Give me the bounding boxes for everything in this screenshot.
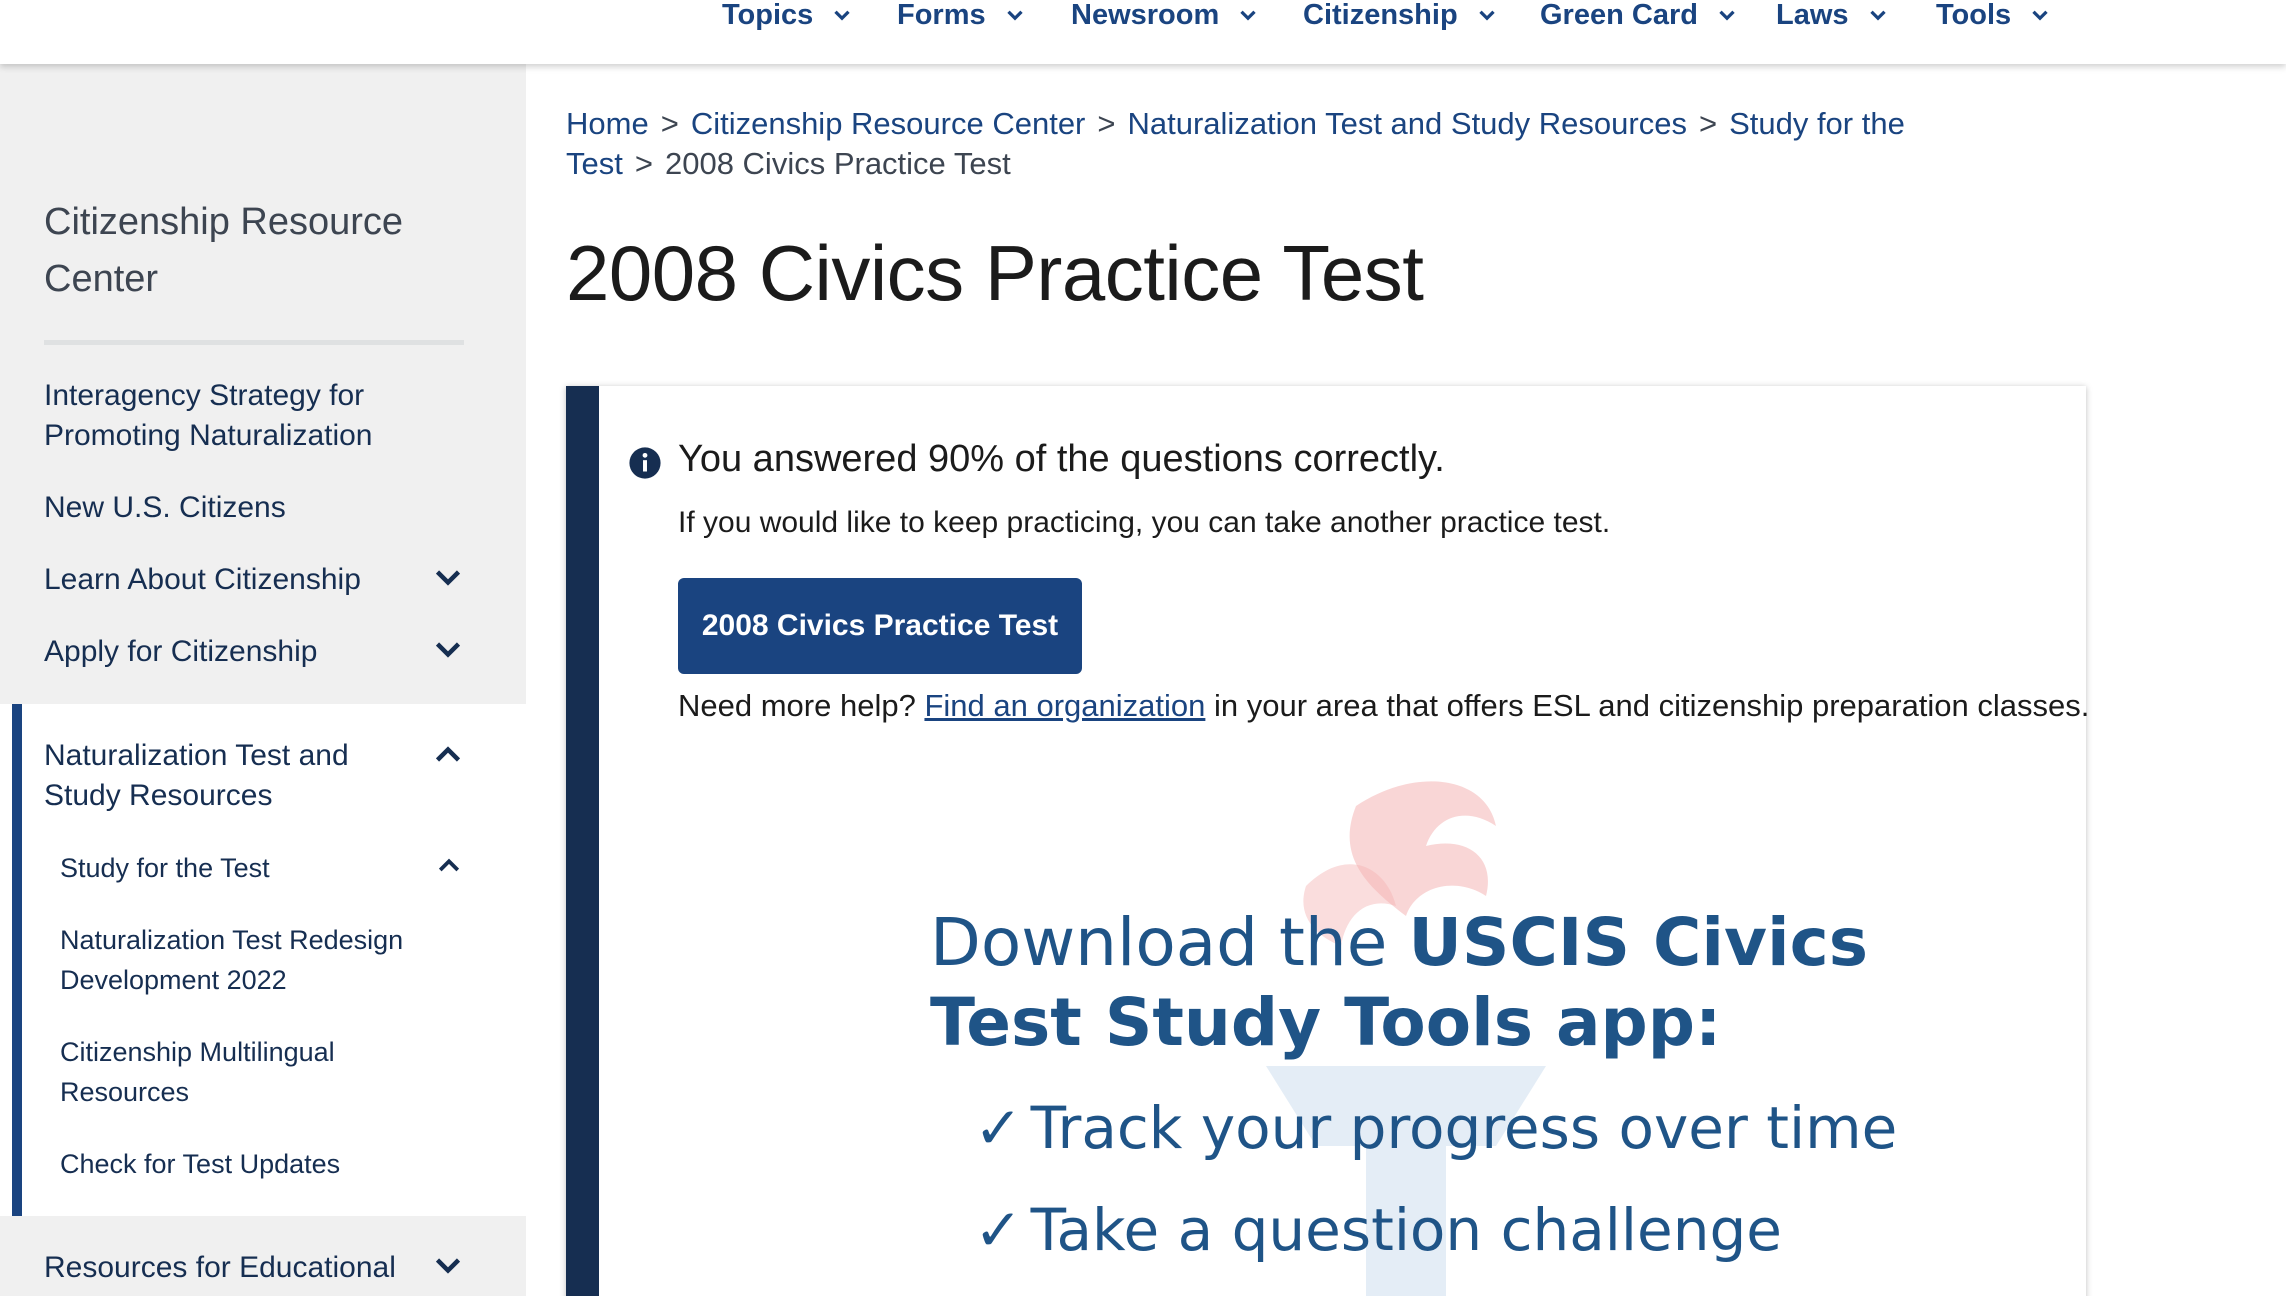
- chevron-down-icon: [1719, 10, 1735, 21]
- nav-tools[interactable]: Tools: [1936, 0, 2053, 31]
- chevron-down-icon: [834, 10, 850, 21]
- chevron-up-icon[interactable]: [430, 736, 466, 772]
- promo-bullet-text: Track your progress over time: [1030, 1094, 1898, 1162]
- chevron-down-icon: [1869, 10, 1886, 21]
- breadcrumb-separator: >: [1097, 106, 1116, 141]
- sidebar-divider: [44, 340, 464, 345]
- nav-topics[interactable]: Topics: [722, 0, 855, 31]
- breadcrumb-separator: >: [634, 146, 653, 181]
- breadcrumb-naturalization-test[interactable]: Naturalization Test and Study Resources: [1128, 106, 1687, 141]
- sidebar-item-resources-for-educational[interactable]: Resources for Educational: [44, 1248, 424, 1288]
- promo-heading-regular: Download the: [930, 904, 1409, 981]
- breadcrumb-home[interactable]: Home: [566, 106, 649, 141]
- help-text: Need more help? Find an organization in …: [678, 688, 2089, 724]
- info-icon: [629, 447, 661, 479]
- sidebar-item-new-citizens[interactable]: New U.S. Citizens: [44, 488, 424, 528]
- chevron-down-icon: [2032, 10, 2048, 21]
- page-title: 2008 Civics Practice Test: [566, 229, 1424, 317]
- nav-forms-label: Forms: [897, 0, 986, 31]
- promo-bullet: ✓ Track your progress over time: [974, 1094, 1897, 1162]
- nav-newsroom-label: Newsroom: [1071, 0, 1220, 31]
- nav-newsroom[interactable]: Newsroom: [1071, 0, 1261, 31]
- result-card: You answered 90% of the questions correc…: [566, 386, 2089, 1296]
- breadcrumb-citizenship-resource-center[interactable]: Citizenship Resource Center: [691, 106, 1086, 141]
- chevron-up-icon[interactable]: [434, 850, 464, 880]
- chevron-down-icon: [1006, 10, 1023, 21]
- promo-heading-line2: Test Study Tools app:: [930, 984, 1722, 1061]
- nav-citizenship-label: Citizenship: [1303, 0, 1458, 31]
- sidebar-title[interactable]: Citizenship Resource Center: [44, 194, 464, 308]
- keep-practicing-text: If you would like to keep practicing, yo…: [678, 506, 1611, 539]
- chevron-down-icon[interactable]: [430, 560, 466, 596]
- result-message: You answered 90% of the questions correc…: [678, 438, 1445, 480]
- chevron-down-icon: [1240, 10, 1256, 21]
- check-icon: ✓: [974, 1196, 1023, 1264]
- nav-green-card-label: Green Card: [1540, 0, 1698, 31]
- sidebar-item-interagency-strategy[interactable]: Interagency Strategy for Promoting Natur…: [44, 376, 424, 456]
- help-suffix: in your area that offers ESL and citizen…: [1214, 688, 2090, 723]
- nav-citizenship[interactable]: Citizenship: [1303, 0, 1500, 31]
- sidebar-item-learn-about-citizenship[interactable]: Learn About Citizenship: [44, 560, 424, 600]
- promo-bullet-text: Take a question challenge: [1030, 1196, 1782, 1264]
- chevron-down-icon: [1479, 10, 1495, 21]
- nav-topics-label: Topics: [722, 0, 814, 31]
- nav-laws[interactable]: Laws: [1776, 0, 1891, 31]
- breadcrumb: Home > Citizenship Resource Center > Natural…: [566, 104, 2066, 184]
- promo-bullet: ✓ Take a question challenge: [974, 1196, 1782, 1264]
- sidebar-subitem-study-for-the-test[interactable]: Study for the Test: [60, 848, 440, 888]
- breadcrumb-separator: >: [660, 106, 679, 141]
- breadcrumb-current: 2008 Civics Practice Test: [664, 146, 1011, 181]
- nav-green-card[interactable]: Green Card: [1540, 0, 1740, 31]
- promo-heading-bold: USCIS Civics: [1408, 904, 1869, 981]
- sidebar-subitem-check-for-test-updates[interactable]: Check for Test Updates: [60, 1144, 440, 1184]
- nav-laws-label: Laws: [1776, 0, 1849, 31]
- help-prefix: Need more help?: [678, 688, 916, 723]
- chevron-down-icon[interactable]: [430, 1248, 466, 1284]
- promo-heading-line1: Download the USCIS Civics: [930, 904, 1868, 981]
- sidebar-subitem-test-redesign[interactable]: Naturalization Test Redesign Development…: [60, 920, 440, 1000]
- find-organization-link[interactable]: Find an organization: [924, 688, 1205, 723]
- chevron-down-icon[interactable]: [430, 632, 466, 668]
- check-icon: ✓: [974, 1094, 1023, 1162]
- card-accent-bar: [566, 386, 599, 1296]
- nav-tools-label: Tools: [1936, 0, 2012, 31]
- sidebar-item-naturalization-test[interactable]: Naturalization Test and Study Resources: [44, 736, 424, 816]
- practice-test-button[interactable]: 2008 Civics Practice Test: [678, 578, 1082, 674]
- sidebar-active-indicator: [12, 704, 22, 1216]
- nav-forms[interactable]: Forms: [897, 0, 1028, 31]
- sidebar-subitem-multilingual-resources[interactable]: Citizenship Multilingual Resources: [60, 1032, 440, 1112]
- breadcrumb-separator: >: [1698, 106, 1718, 141]
- top-navigation: Topics Forms Newsroom Citizenship Green …: [0, 0, 2286, 64]
- sidebar-item-apply-for-citizenship[interactable]: Apply for Citizenship: [44, 632, 424, 672]
